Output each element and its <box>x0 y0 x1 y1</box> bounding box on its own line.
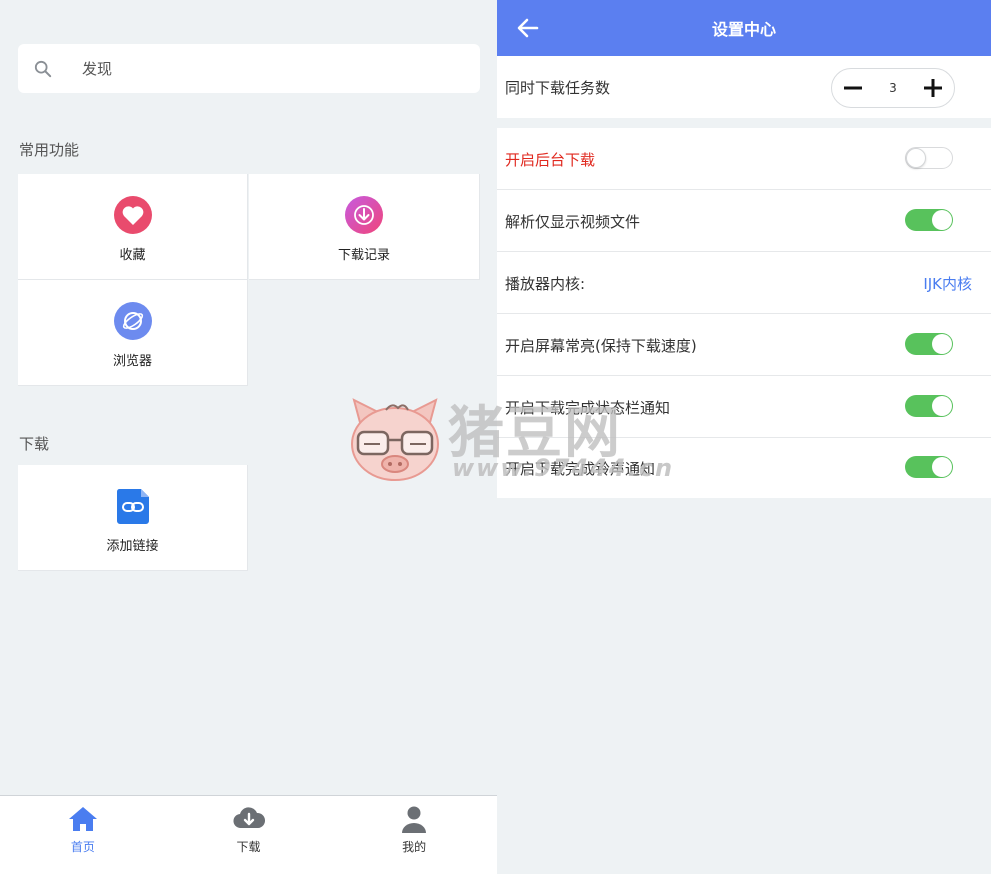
download-history-label: 下载记录 <box>337 248 390 263</box>
toggle-knob <box>932 210 952 230</box>
download-history-item[interactable]: 下载记录 <box>249 174 480 280</box>
tab-mine[interactable]: 我的 <box>331 796 497 874</box>
header-bar: 设置中心 <box>497 0 991 56</box>
home-icon <box>68 807 97 831</box>
concurrent-tasks-row: 同时下载任务数 3 <box>497 56 991 118</box>
screen-on-label: 开启屏幕常亮(保持下载速度) <box>505 336 697 355</box>
user-icon <box>402 806 427 833</box>
browser-item[interactable]: 浏览器 <box>18 280 248 386</box>
toggle-knob <box>932 457 952 477</box>
search-bar[interactable]: 发现 <box>18 44 480 93</box>
tab-home-label: 首页 <box>70 840 95 854</box>
planet-icon <box>113 302 152 340</box>
statusbar-notify-row[interactable]: 开启下载完成状态栏通知 <box>497 376 991 438</box>
task-count-value: 3 <box>889 81 897 95</box>
toggle-knob <box>906 148 926 168</box>
browser-label: 浏览器 <box>112 354 152 369</box>
heart-icon <box>113 196 152 234</box>
background-download-label: 开启后台下载 <box>505 150 596 169</box>
ringtone-notify-label: 开启下载完成铃声通知 <box>505 459 656 478</box>
player-engine-row[interactable]: 播放器内核: IJK内核 <box>497 252 991 314</box>
task-count-stepper: 3 <box>831 68 955 108</box>
add-link-item[interactable]: 添加链接 <box>18 465 248 571</box>
video-only-toggle[interactable] <box>905 209 953 231</box>
favorites-item[interactable]: 收藏 <box>18 174 248 280</box>
tab-download-label: 下载 <box>236 840 261 854</box>
video-only-label: 解析仅显示视频文件 <box>505 212 641 231</box>
toggle-knob <box>932 396 952 416</box>
tab-home[interactable]: 首页 <box>0 796 166 874</box>
cloud-download-icon <box>232 807 265 829</box>
ringtone-notify-toggle[interactable] <box>905 456 953 478</box>
tab-mine-label: 我的 <box>402 840 427 854</box>
ringtone-notify-row[interactable]: 开启下载完成铃声通知 <box>497 438 991 498</box>
background-download-toggle[interactable] <box>905 147 953 169</box>
player-engine-value[interactable]: IJK内核 <box>923 273 972 294</box>
tab-download[interactable]: 下载 <box>166 796 332 874</box>
video-only-row[interactable]: 解析仅显示视频文件 <box>497 190 991 252</box>
link-icon <box>114 487 152 525</box>
section-title-common: 常用功能 <box>19 141 80 159</box>
toggle-knob <box>932 334 952 354</box>
bottom-tab-bar: 首页 下载 我的 <box>0 795 497 874</box>
statusbar-notify-toggle[interactable] <box>905 395 953 417</box>
home-screen: 发现 常用功能 收藏 下载记录 浏览器 下载 添加链接 首页 下载 我的 <box>0 0 497 874</box>
search-icon <box>34 60 52 77</box>
add-link-label: 添加链接 <box>106 539 159 554</box>
minus-icon[interactable] <box>842 77 864 99</box>
settings-screen: 设置中心 同时下载任务数 3 开启后台下载 解析仅显示视频文件 播放器内核: I… <box>497 0 991 874</box>
screen-on-toggle[interactable] <box>905 333 953 355</box>
favorites-label: 收藏 <box>119 248 146 263</box>
background-download-row[interactable]: 开启后台下载 <box>497 128 991 190</box>
player-engine-label: 播放器内核: <box>505 274 586 293</box>
back-arrow-icon[interactable] <box>515 15 541 41</box>
page-title: 设置中心 <box>711 20 776 39</box>
download-arrow-icon <box>345 196 383 234</box>
statusbar-notify-label: 开启下载完成状态栏通知 <box>505 398 671 417</box>
plus-icon[interactable] <box>922 77 944 99</box>
section-title-download: 下载 <box>19 435 50 453</box>
search-placeholder: 发现 <box>82 60 113 78</box>
screen-on-row[interactable]: 开启屏幕常亮(保持下载速度) <box>497 314 991 376</box>
concurrent-tasks-label: 同时下载任务数 <box>505 78 611 97</box>
